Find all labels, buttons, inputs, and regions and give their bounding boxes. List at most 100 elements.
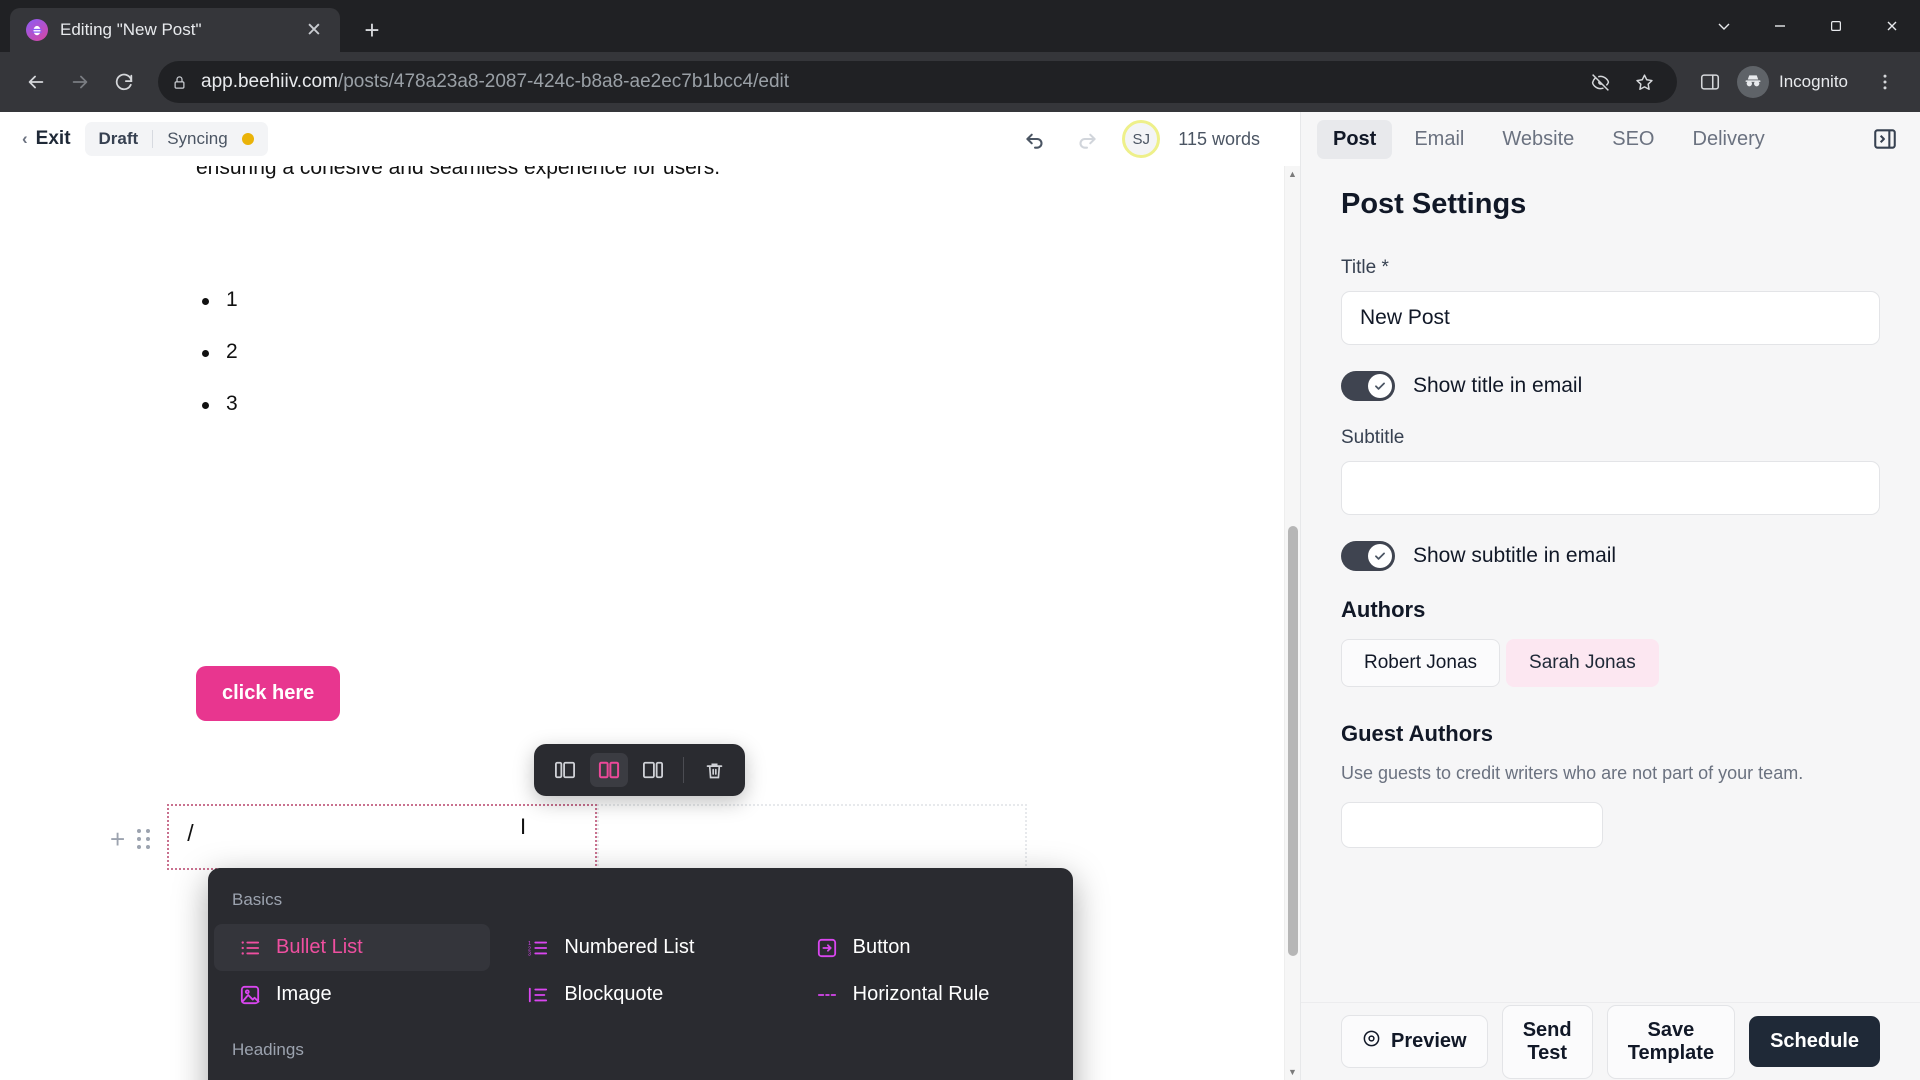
guest-authors-heading: Guest Authors: [1341, 721, 1493, 746]
horizontal-rule-icon: [815, 991, 839, 999]
paragraph-text: ensuring a cohesive and seamless experie…: [196, 166, 721, 179]
menu-item-numbered-list[interactable]: 123 Numbered List: [502, 924, 778, 971]
reload-icon[interactable]: [104, 62, 144, 102]
columns-equal-icon[interactable]: [590, 753, 628, 787]
check-icon: [1368, 374, 1392, 398]
columns-left-narrow-icon[interactable]: [546, 753, 584, 787]
editor-canvas[interactable]: ensuring a cohesive and seamless experie…: [0, 166, 1300, 1080]
status-draft-label: Draft: [98, 129, 139, 148]
arrow-right-icon[interactable]: [60, 62, 100, 102]
preview-label: Preview: [1391, 1030, 1467, 1052]
page-title: Post Settings: [1341, 188, 1527, 220]
caret-down-icon[interactable]: ▼: [1285, 1064, 1300, 1080]
column-block-left[interactable]: /: [167, 804, 598, 870]
menu-item-label: Button: [852, 936, 911, 958]
column-block-right[interactable]: [597, 804, 1028, 870]
exit-label: Exit: [35, 128, 71, 149]
menu-item-horizontal-rule[interactable]: Horizontal Rule: [791, 971, 1067, 1018]
menu-item-heading-3[interactable]: H3 Heading 3: [791, 1074, 1067, 1080]
cta-button[interactable]: click here: [196, 666, 341, 721]
divider: [683, 757, 684, 783]
arrow-left-icon[interactable]: [16, 62, 56, 102]
author-chip[interactable]: Robert Jonas: [1341, 639, 1501, 687]
author-chip[interactable]: Sarah Jonas: [1506, 639, 1659, 687]
columns-right-narrow-icon[interactable]: [634, 753, 672, 787]
preview-button[interactable]: Preview: [1341, 1015, 1488, 1068]
menu-item-heading-2[interactable]: H2 Heading 2: [502, 1074, 778, 1080]
url-path: /posts/478a23a8-2087-424c-b8a8-ae2ec7b1b…: [337, 71, 790, 92]
chevron-left-icon: ‹: [22, 129, 28, 148]
tab-delivery[interactable]: Delivery: [1677, 120, 1781, 159]
eye-off-icon[interactable]: [1581, 63, 1619, 101]
save-template-button[interactable]: Save Template: [1606, 1004, 1736, 1079]
tab-post[interactable]: Post: [1317, 119, 1393, 159]
menu-section-headings: H1 Heading 1 H2 Heading 2 H3 Heading 3: [208, 1074, 1073, 1080]
bullet-list-icon: [238, 939, 262, 957]
minimize-icon[interactable]: [1752, 0, 1808, 52]
show-subtitle-toggle-label: Show subtitle in email: [1413, 544, 1617, 567]
word-count: 115 words: [1178, 128, 1260, 149]
close-icon[interactable]: ✕: [300, 16, 328, 44]
incognito-indicator[interactable]: Incognito: [1733, 62, 1862, 102]
column-block-row: + /: [110, 804, 1028, 870]
authors-chips: Robert Jonas Sarah Jonas: [1341, 639, 1880, 687]
editor-toolbar-right: SJ 115 words: [1018, 120, 1278, 158]
plus-icon[interactable]: +: [110, 826, 125, 852]
incognito-avatar-icon: [1737, 66, 1769, 98]
menu-item-label: Blockquote: [564, 983, 664, 1005]
chevron-down-icon[interactable]: [1696, 0, 1752, 52]
list-item: 3: [196, 392, 238, 416]
scrollbar-thumb[interactable]: [1288, 526, 1298, 956]
text-cursor-icon: I: [520, 814, 527, 839]
guest-author-input[interactable]: [1341, 802, 1603, 848]
menu-item-blockquote[interactable]: Blockquote: [502, 971, 778, 1018]
subtitle-input[interactable]: [1341, 461, 1880, 515]
side-panel-icon[interactable]: [1691, 63, 1729, 101]
avatar[interactable]: SJ: [1122, 120, 1161, 158]
undo-icon[interactable]: [1018, 122, 1052, 156]
exit-button[interactable]: ‹ Exit: [22, 128, 71, 150]
subtitle-field-label: Subtitle: [1341, 427, 1405, 448]
kebab-menu-icon[interactable]: [1866, 63, 1904, 101]
menu-section-label: Basics: [232, 890, 283, 909]
menu-item-label: Bullet List: [276, 936, 363, 958]
editor-pane: ‹ Exit Draft Syncing SJ 115 words ensuri…: [0, 112, 1300, 1080]
browser-tabstrip: Editing "New Post" ✕ +: [0, 0, 1920, 52]
menu-item-bullet-list[interactable]: Bullet List: [214, 924, 491, 971]
lock-icon: [172, 75, 187, 90]
tab-website[interactable]: Website: [1486, 120, 1590, 159]
new-tab-button[interactable]: +: [354, 12, 390, 48]
menu-section-label: Headings: [232, 1040, 304, 1059]
browser-toolbar: app.beehiiv.com/posts/478a23a8-2087-424c…: [0, 52, 1920, 112]
guest-authors-description: Use guests to credit writers who are not…: [1341, 763, 1804, 783]
caret-up-icon[interactable]: ▲: [1285, 166, 1300, 182]
menu-item-label: Numbered List: [564, 936, 695, 958]
trash-icon[interactable]: [695, 753, 733, 787]
show-subtitle-toggle-row: Show subtitle in email: [1341, 541, 1880, 571]
collapse-panel-icon[interactable]: [1872, 126, 1904, 152]
show-subtitle-toggle[interactable]: [1341, 541, 1395, 571]
browser-tab[interactable]: Editing "New Post" ✕: [10, 8, 340, 52]
menu-item-heading-1[interactable]: H1 Heading 1: [214, 1074, 490, 1080]
editor-scrollbar[interactable]: ▲ ▼: [1284, 166, 1300, 1080]
tab-email[interactable]: Email: [1398, 120, 1480, 159]
close-icon[interactable]: [1864, 0, 1920, 52]
list-item: 1: [196, 288, 238, 312]
title-input[interactable]: [1341, 291, 1880, 345]
menu-item-button[interactable]: Button: [791, 924, 1067, 971]
show-title-toggle-row: Show title in email: [1341, 371, 1880, 401]
schedule-button[interactable]: Schedule: [1749, 1016, 1880, 1067]
show-title-toggle[interactable]: [1341, 371, 1395, 401]
address-bar[interactable]: app.beehiiv.com/posts/478a23a8-2087-424c…: [158, 61, 1677, 103]
svg-text:3: 3: [528, 951, 531, 956]
tab-seo[interactable]: SEO: [1596, 120, 1670, 159]
send-test-button[interactable]: Send Test: [1501, 1004, 1593, 1079]
drag-grip-icon[interactable]: [137, 829, 151, 849]
numbered-list-icon: 123: [526, 939, 550, 957]
redo-icon[interactable]: [1070, 122, 1104, 156]
maximize-icon[interactable]: [1808, 0, 1864, 52]
title-field-label: Title *: [1341, 257, 1389, 278]
menu-item-image[interactable]: Image: [214, 971, 490, 1018]
star-icon[interactable]: [1625, 63, 1663, 101]
check-icon: [1368, 544, 1392, 568]
